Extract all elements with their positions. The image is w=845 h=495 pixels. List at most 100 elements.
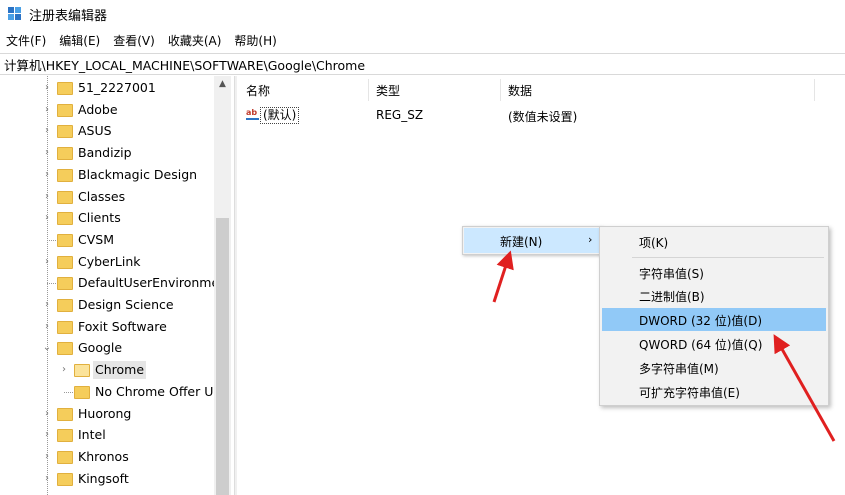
folder-icon — [57, 299, 73, 312]
tree-item-label: ASUS — [78, 123, 112, 139]
expand-chevron-icon[interactable]: › — [42, 473, 52, 484]
window-title: 注册表编辑器 — [29, 8, 108, 24]
submenu-item-qword[interactable]: QWORD (64 位)值(Q) — [602, 332, 826, 355]
tree-item-label: Classes — [78, 188, 126, 204]
submenu-item-expandable-string[interactable]: 可扩充字符串值(E) — [602, 380, 826, 403]
value-name: (默认) — [260, 107, 300, 124]
folder-icon — [57, 342, 73, 356]
menu-separator — [632, 257, 824, 258]
submenu-item-label: 可扩充字符串值(E) — [639, 386, 740, 400]
tree-item[interactable]: › Intel — [0, 425, 232, 446]
submenu-item-label: QWORD (64 位)值(Q) — [639, 338, 763, 352]
tree-item[interactable]: › Khronos — [0, 447, 232, 468]
address-path: 计算机\HKEY_LOCAL_MACHINE\SOFTWARE\Google\C… — [4, 57, 366, 73]
value-type: REG_SZ — [376, 108, 424, 122]
expand-chevron-icon[interactable]: › — [42, 430, 52, 440]
tree-item-label: 51_2227001 — [78, 80, 156, 95]
expand-chevron-icon[interactable]: › — [42, 148, 52, 158]
submenu-item-multistring[interactable]: 多字符串值(M) — [602, 356, 826, 379]
menu-help[interactable]: 帮助(H) — [228, 32, 283, 49]
expand-chevron-icon[interactable]: › — [42, 83, 52, 93]
tree-item[interactable]: DefaultUserEnvironme — [0, 273, 232, 294]
tree-item[interactable]: › ASUS — [0, 121, 232, 142]
tree-item-label: CVSM — [78, 231, 114, 247]
menu-view[interactable]: 查看(V) — [107, 32, 162, 49]
tree-scrollbar[interactable]: ▲ — [214, 76, 231, 495]
menu-favorites[interactable]: 收藏夹(A) — [162, 32, 229, 49]
tree-item-label: Bandizip — [78, 145, 132, 161]
column-header-data[interactable]: 数据 — [508, 82, 532, 99]
tree-item[interactable]: › Design Science — [0, 295, 232, 316]
folder-icon — [74, 385, 90, 399]
folder-icon — [57, 168, 73, 182]
submenu-arrow-icon: › — [588, 233, 593, 246]
context-menu-new[interactable]: 新建(N) › — [464, 228, 600, 253]
folder-icon — [57, 255, 73, 269]
tree-item[interactable]: CVSM — [0, 230, 232, 251]
scroll-thumb[interactable] — [216, 218, 229, 495]
tree-item[interactable]: › Bandizip — [0, 143, 232, 164]
tree-item-label: DefaultUserEnvironme — [78, 275, 220, 291]
tree-item-label: Foxit Software — [78, 318, 167, 334]
submenu-item-key[interactable]: 项(K) — [602, 230, 826, 253]
submenu-item-label: 二进制值(B) — [639, 290, 705, 304]
folder-icon — [57, 407, 73, 421]
submenu-item-binary[interactable]: 二进制值(B) — [602, 284, 826, 307]
address-bar[interactable]: 计算机\HKEY_LOCAL_MACHINE\SOFTWARE\Google\C… — [0, 53, 845, 75]
expand-chevron-icon[interactable]: › — [42, 169, 52, 180]
tree-item-label: Khronos — [78, 448, 129, 464]
title-bar: 注册表编辑器 — [0, 0, 845, 28]
tree-item[interactable]: › CyberLink — [0, 252, 232, 273]
tree-item[interactable]: › Foxit Software — [0, 317, 232, 338]
tree-item[interactable]: › Blackmagic Design — [0, 165, 232, 186]
expand-chevron-icon[interactable]: › — [42, 126, 52, 136]
tree-item-label: Clients — [78, 210, 121, 226]
expand-chevron-icon[interactable]: › — [59, 365, 69, 375]
folder-icon — [57, 472, 73, 486]
menu-file[interactable]: 文件(F) — [0, 32, 53, 49]
submenu-item-label: 多字符串值(M) — [639, 362, 719, 376]
column-header-type[interactable]: 类型 — [376, 82, 400, 99]
tree-item-label: No Chrome Offer U — [95, 383, 214, 399]
scroll-up-icon[interactable]: ▲ — [214, 76, 231, 93]
menu-edit[interactable]: 编辑(E) — [53, 32, 107, 49]
tree-item[interactable]: No Chrome Offer U — [0, 382, 232, 403]
expand-chevron-icon[interactable]: › — [42, 321, 52, 332]
tree-item[interactable]: › Classes — [0, 187, 232, 208]
tree-item[interactable]: › Chrome — [0, 360, 232, 381]
tree-item[interactable]: › 51_2227001 — [0, 78, 232, 99]
expand-chevron-icon[interactable]: › — [42, 256, 52, 267]
tree-item-label: Google — [78, 340, 123, 356]
folder-icon — [74, 364, 90, 378]
folder-icon — [57, 82, 73, 95]
tree-item-label: Kingsoft — [78, 470, 129, 486]
tree-item[interactable]: › Adobe — [0, 100, 232, 121]
expand-chevron-icon[interactable]: › — [42, 191, 52, 202]
tree-item[interactable]: › Huorong — [0, 404, 232, 425]
folder-icon — [57, 277, 73, 291]
tree-item[interactable]: ⌄ Google — [0, 338, 232, 359]
expand-chevron-icon[interactable]: › — [42, 451, 52, 462]
tree-item-label: Chrome — [93, 361, 147, 380]
new-submenu: 项(K) 字符串值(S) 二进制值(B) DWORD (32 位)值(D) QW… — [599, 226, 829, 406]
tree-item[interactable]: › Clients — [0, 208, 232, 229]
context-menu-new-label: 新建(N) — [500, 235, 543, 249]
expand-chevron-icon[interactable]: › — [42, 104, 52, 115]
registry-tree: › 51_2227001 › Adobe › ASUS › Bandizip › Blackmag… — [0, 76, 232, 495]
collapse-chevron-icon[interactable]: ⌄ — [42, 343, 52, 353]
tree-item-label: Blackmagic Design — [78, 166, 198, 182]
expand-chevron-icon[interactable]: › — [42, 213, 52, 223]
expand-chevron-icon[interactable]: › — [42, 408, 52, 419]
tree-item-label: Design Science — [78, 297, 174, 312]
submenu-item-label: DWORD (32 位)值(D) — [639, 314, 762, 328]
expand-chevron-icon[interactable]: › — [42, 300, 52, 310]
submenu-item-dword[interactable]: DWORD (32 位)值(D) — [602, 308, 826, 331]
context-menu: 新建(N) › — [462, 226, 602, 255]
folder-icon — [57, 450, 73, 464]
folder-icon — [57, 320, 73, 334]
tree-item[interactable]: › Kingsoft — [0, 469, 232, 490]
pane-splitter[interactable] — [234, 76, 237, 495]
submenu-item-string[interactable]: 字符串值(S) — [602, 261, 826, 284]
column-header-name[interactable]: 名称 — [246, 82, 270, 99]
value-row-default[interactable]: ab (默认) REG_SZ (数值未设置) — [242, 106, 842, 126]
